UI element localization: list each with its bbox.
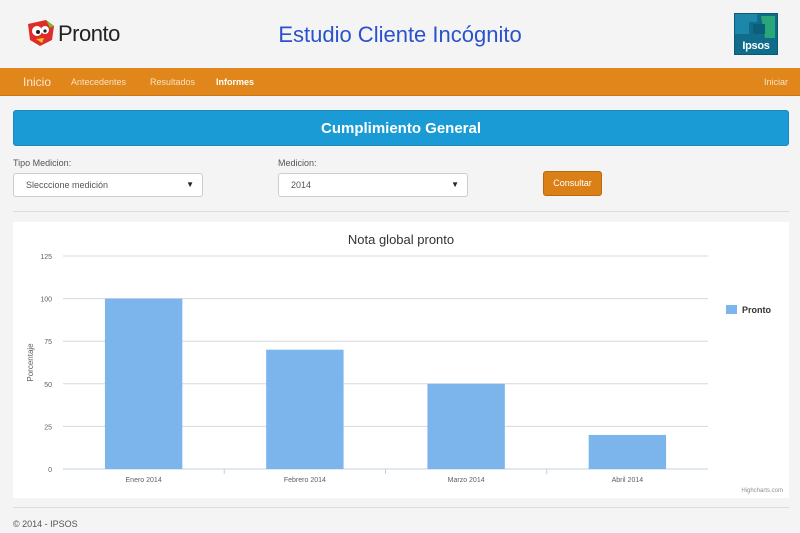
y-tick-label: 25: [44, 424, 52, 431]
y-axis-title: Porcentaje: [26, 343, 35, 382]
ipsos-logo: Ipsos: [734, 13, 778, 55]
footer-divider: [13, 507, 789, 508]
nav-informes[interactable]: Informes: [216, 68, 254, 96]
chevron-down-icon: ▼: [451, 180, 459, 189]
nav-inicio[interactable]: Inicio: [23, 68, 51, 96]
y-tick-label: 75: [44, 339, 52, 346]
ipsos-logo-text: Ipsos: [742, 40, 770, 52]
section-banner: Cumplimiento General: [13, 110, 789, 146]
nav-resultados[interactable]: Resultados: [150, 68, 195, 96]
chart-credits: Highcharts.com: [741, 488, 783, 494]
navbar: Inicio Antecedentes Resultados Informes …: [0, 68, 800, 96]
x-tick-label: Marzo 2014: [448, 477, 485, 484]
x-tick-label: Febrero 2014: [284, 477, 326, 484]
footer-text: © 2014 - IPSOS: [13, 519, 78, 529]
consultar-button[interactable]: Consultar: [543, 171, 602, 196]
tipo-medicion-select[interactable]: Slecccione medición ▼: [13, 173, 203, 197]
chevron-down-icon: ▼: [186, 180, 194, 189]
chart-title: Nota global pronto: [348, 232, 454, 247]
bar: [266, 349, 344, 469]
tipo-medicion-label: Tipo Medicion:: [13, 158, 72, 168]
y-tick-label: 100: [40, 297, 52, 304]
nav-iniciar[interactable]: Iniciar: [764, 68, 788, 96]
page-title: Estudio Cliente Incógnito: [278, 22, 522, 47]
tipo-medicion-value: Slecccione medición: [26, 180, 109, 190]
bar: [427, 383, 505, 469]
bar: [104, 298, 183, 469]
divider: [13, 211, 789, 212]
bar-chart: Nota global pronto 0 25 50 75 100 125 Porcentaj…: [26, 232, 783, 494]
legend-swatch: [726, 305, 737, 314]
bar: [588, 434, 667, 469]
medicion-label: Medicion:: [278, 158, 317, 168]
y-tick-label: 125: [40, 254, 52, 261]
chart-panel: Nota global pronto 0 25 50 75 100 125 Porcentaj…: [13, 222, 789, 498]
y-tick-label: 50: [44, 382, 52, 389]
x-tick-label: Enero 2014: [126, 477, 162, 484]
legend-label: Pronto: [742, 305, 771, 315]
x-tick-label: Abril 2014: [612, 477, 644, 484]
medicion-select[interactable]: 2014 ▼: [278, 173, 468, 197]
medicion-value: 2014: [291, 180, 312, 190]
y-tick-label: 0: [48, 467, 52, 474]
header: Pronto Estudio Cliente Incógnito Ipsos: [0, 0, 800, 68]
nav-antecedentes[interactable]: Antecedentes: [71, 68, 126, 96]
